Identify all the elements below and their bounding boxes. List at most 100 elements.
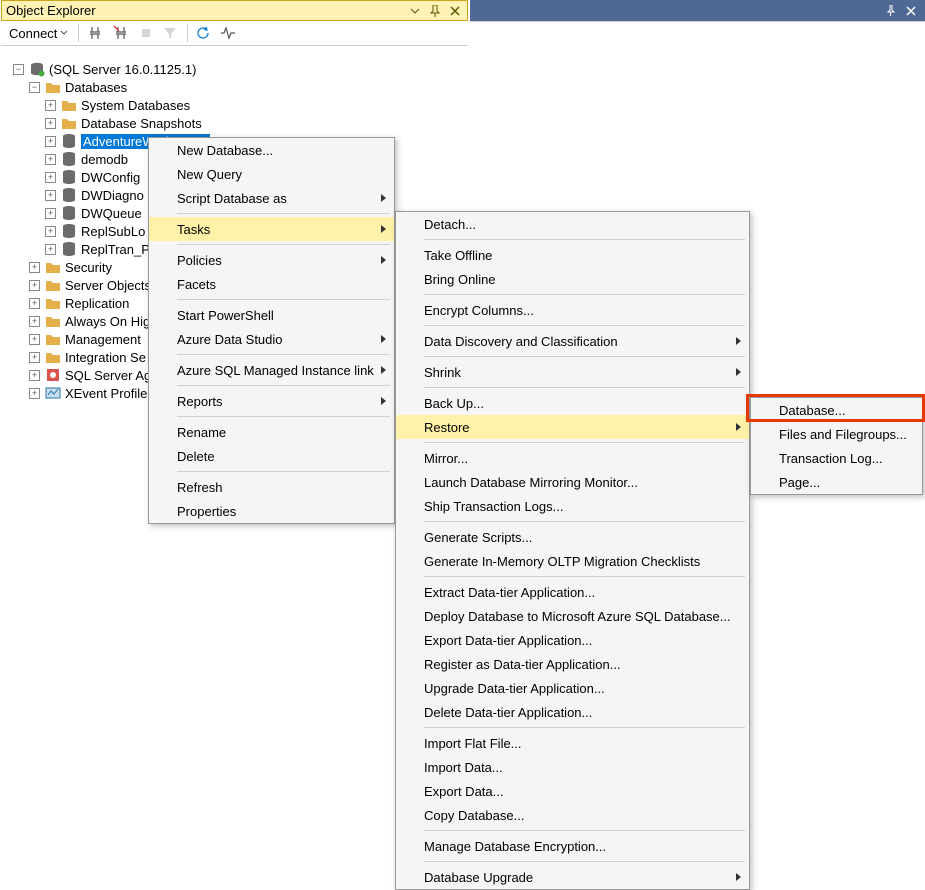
- tree-node-alwayson[interactable]: Always On Hig: [65, 314, 150, 329]
- expand-icon[interactable]: +: [29, 280, 40, 291]
- menu-reports[interactable]: Reports: [149, 389, 394, 413]
- menu-restore-database[interactable]: Database...: [751, 398, 922, 422]
- expand-icon[interactable]: +: [45, 154, 56, 165]
- expand-icon[interactable]: +: [45, 190, 56, 201]
- expand-icon[interactable]: +: [29, 298, 40, 309]
- object-explorer-toolbar: Connect: [1, 21, 468, 46]
- menu-extract-dac[interactable]: Extract Data-tier Application...: [396, 580, 749, 604]
- tree-node-xevent[interactable]: XEvent Profile: [65, 386, 147, 401]
- menu-database-upgrade[interactable]: Database Upgrade: [396, 865, 749, 889]
- panel-title-text: Object Explorer: [6, 3, 403, 18]
- menu-generate-oltp-checklists[interactable]: Generate In-Memory OLTP Migration Checkl…: [396, 549, 749, 573]
- collapse-icon[interactable]: −: [29, 82, 40, 93]
- tree-node-security[interactable]: Security: [65, 260, 112, 275]
- tree-node-management[interactable]: Management: [65, 332, 141, 347]
- expand-icon[interactable]: +: [29, 262, 40, 273]
- filter-icon: [159, 22, 181, 44]
- menu-encrypt-columns[interactable]: Encrypt Columns...: [396, 298, 749, 322]
- menu-deploy-azure[interactable]: Deploy Database to Microsoft Azure SQL D…: [396, 604, 749, 628]
- menu-rename[interactable]: Rename: [149, 420, 394, 444]
- expand-icon[interactable]: +: [29, 316, 40, 327]
- pin-icon[interactable]: [883, 3, 899, 19]
- submenu-tasks: Detach... Take Offline Bring Online Encr…: [395, 211, 750, 890]
- menu-azure-data-studio[interactable]: Azure Data Studio: [149, 327, 394, 351]
- expand-icon[interactable]: +: [45, 244, 56, 255]
- menu-shrink[interactable]: Shrink: [396, 360, 749, 384]
- close-icon[interactable]: [903, 3, 919, 19]
- menu-new-database[interactable]: New Database...: [149, 138, 394, 162]
- menu-restore-files-filegroups[interactable]: Files and Filegroups...: [751, 422, 922, 446]
- expand-icon[interactable]: +: [45, 100, 56, 111]
- expand-icon[interactable]: +: [29, 352, 40, 363]
- collapse-icon[interactable]: −: [13, 64, 24, 75]
- tree-node-dwdiagno[interactable]: DWDiagno: [81, 188, 144, 203]
- tree-node-replication[interactable]: Replication: [65, 296, 129, 311]
- connect-dropdown[interactable]: Connect: [5, 22, 72, 44]
- submenu-arrow-icon: [381, 366, 386, 374]
- autohide-pin-icon[interactable]: [427, 3, 443, 19]
- expand-icon[interactable]: +: [29, 334, 40, 345]
- menu-upgrade-dac[interactable]: Upgrade Data-tier Application...: [396, 676, 749, 700]
- menu-ship-transaction-logs[interactable]: Ship Transaction Logs...: [396, 494, 749, 518]
- submenu-restore: Database... Files and Filegroups... Tran…: [750, 397, 923, 495]
- tree-node-server-objects[interactable]: Server Objects: [65, 278, 151, 293]
- menu-new-query[interactable]: New Query: [149, 162, 394, 186]
- tree-node-demodb[interactable]: demodb: [81, 152, 128, 167]
- menu-manage-database-encryption[interactable]: Manage Database Encryption...: [396, 834, 749, 858]
- menu-script-database[interactable]: Script Database as: [149, 186, 394, 210]
- tree-node-replsub[interactable]: ReplSubLo: [81, 224, 145, 239]
- menu-restore-page[interactable]: Page...: [751, 470, 922, 494]
- tree-node-snapshots[interactable]: Database Snapshots: [81, 116, 202, 131]
- activity-monitor-icon[interactable]: [216, 22, 240, 44]
- tree-node-databases[interactable]: Databases: [65, 80, 127, 95]
- submenu-arrow-icon: [381, 256, 386, 264]
- menu-properties[interactable]: Properties: [149, 499, 394, 523]
- menu-facets[interactable]: Facets: [149, 272, 394, 296]
- context-menu-database: New Database... New Query Script Databas…: [148, 137, 395, 524]
- tree-node-integration[interactable]: Integration Se: [65, 350, 146, 365]
- menu-mirror[interactable]: Mirror...: [396, 446, 749, 470]
- menu-export-data[interactable]: Export Data...: [396, 779, 749, 803]
- tree-node-system-databases[interactable]: System Databases: [81, 98, 190, 113]
- disconnect-icon[interactable]: [109, 22, 133, 44]
- window-position-icon[interactable]: [407, 3, 423, 19]
- menu-generate-scripts[interactable]: Generate Scripts...: [396, 525, 749, 549]
- tree-node-repltran[interactable]: ReplTran_P: [81, 242, 150, 257]
- menu-data-discovery-classification[interactable]: Data Discovery and Classification: [396, 329, 749, 353]
- menu-import-flat-file[interactable]: Import Flat File...: [396, 731, 749, 755]
- expand-icon[interactable]: +: [29, 388, 40, 399]
- menu-azure-sql-mi-link[interactable]: Azure SQL Managed Instance link: [149, 358, 394, 382]
- menu-import-data[interactable]: Import Data...: [396, 755, 749, 779]
- refresh-icon[interactable]: [192, 22, 214, 44]
- tree-node-dwconfig[interactable]: DWConfig: [81, 170, 140, 185]
- menu-delete[interactable]: Delete: [149, 444, 394, 468]
- tree-node-server[interactable]: (SQL Server 16.0.1125.1): [49, 62, 196, 77]
- menu-launch-mirroring-monitor[interactable]: Launch Database Mirroring Monitor...: [396, 470, 749, 494]
- menu-copy-database[interactable]: Copy Database...: [396, 803, 749, 827]
- menu-take-offline[interactable]: Take Offline: [396, 243, 749, 267]
- connect-icon[interactable]: [83, 22, 107, 44]
- tree-node-dwqueue[interactable]: DWQueue: [81, 206, 142, 221]
- menu-export-dac[interactable]: Export Data-tier Application...: [396, 628, 749, 652]
- menu-policies[interactable]: Policies: [149, 248, 394, 272]
- submenu-arrow-icon: [736, 873, 741, 881]
- expand-icon[interactable]: +: [29, 370, 40, 381]
- menu-restore-transaction-log: Transaction Log...: [751, 446, 922, 470]
- menu-register-dac[interactable]: Register as Data-tier Application...: [396, 652, 749, 676]
- submenu-arrow-icon: [381, 225, 386, 233]
- close-panel-icon[interactable]: [447, 3, 463, 19]
- tree-node-sqlagent[interactable]: SQL Server Ag: [65, 368, 151, 383]
- menu-back-up[interactable]: Back Up...: [396, 391, 749, 415]
- expand-icon[interactable]: +: [45, 118, 56, 129]
- expand-icon[interactable]: +: [45, 172, 56, 183]
- menu-delete-dac: Delete Data-tier Application...: [396, 700, 749, 724]
- menu-restore[interactable]: Restore: [396, 415, 749, 439]
- menu-refresh[interactable]: Refresh: [149, 475, 394, 499]
- connect-label: Connect: [9, 26, 57, 41]
- expand-icon[interactable]: +: [45, 136, 56, 147]
- expand-icon[interactable]: +: [45, 226, 56, 237]
- expand-icon[interactable]: +: [45, 208, 56, 219]
- menu-detach[interactable]: Detach...: [396, 212, 749, 236]
- menu-start-powershell[interactable]: Start PowerShell: [149, 303, 394, 327]
- menu-tasks[interactable]: Tasks: [149, 217, 394, 241]
